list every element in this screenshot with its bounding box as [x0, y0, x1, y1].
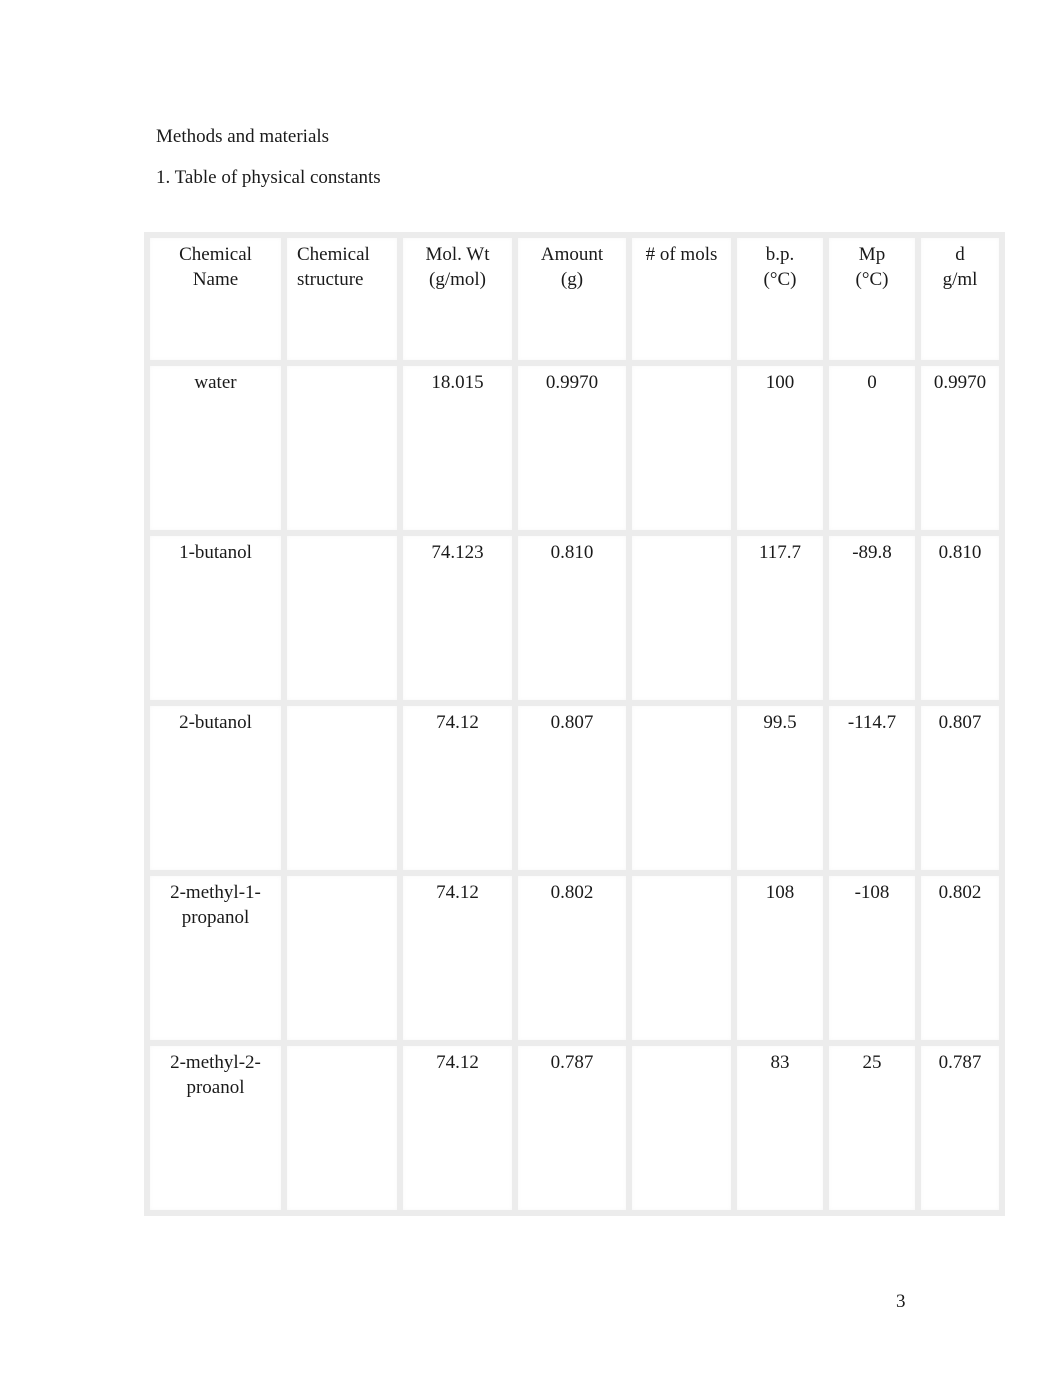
header-text: (°C) [763, 269, 797, 290]
cell-mol-wt: 74.12 [397, 1040, 518, 1216]
cell-bp: 83 [731, 1040, 829, 1216]
header-text: Mol. Wt [425, 244, 490, 265]
cell-chemical-structure [281, 360, 403, 536]
cell-mp: -114.7 [823, 700, 921, 876]
header-density: d g/ml [915, 232, 1005, 366]
chemical-name-text: propanol [181, 907, 250, 928]
cell-density: 0.810 [915, 530, 1005, 706]
header-text: structure [297, 269, 364, 290]
cell-density: 0.787 [915, 1040, 1005, 1216]
header-text: g/ml [942, 269, 978, 290]
header-text: # of mols [645, 244, 718, 265]
physical-constants-table: Chemical Name Chemical structure Mol. Wt (g… [144, 232, 1005, 1216]
cell-chemical-structure [281, 700, 403, 876]
cell-chemical-name: 2-butanol [144, 700, 287, 876]
chemical-name-text: 2-methyl-1- [170, 882, 261, 903]
cell-chemical-name: 2-methyl-2- proanol [144, 1040, 287, 1216]
chemical-name-text: water [194, 372, 237, 393]
cell-amount: 0.802 [512, 870, 632, 1046]
cell-chemical-name: 2-methyl-1- propanol [144, 870, 287, 1046]
cell-chemical-structure [281, 1040, 403, 1216]
cell-chemical-name: 1-butanol [144, 530, 287, 706]
table-row: 2-methyl-1- propanol 74.12 0.802 108 -108 0.80… [144, 870, 1005, 1046]
chemical-name-text: 2-methyl-2- [170, 1052, 261, 1073]
cell-mol-wt: 74.12 [397, 700, 518, 876]
cell-density: 0.807 [915, 700, 1005, 876]
header-text: Name [192, 269, 239, 290]
table-row: 2-methyl-2- proanol 74.12 0.787 83 25 0.787 [144, 1040, 1005, 1216]
cell-density: 0.802 [915, 870, 1005, 1046]
header-text: (g) [560, 269, 584, 290]
table-row: water 18.015 0.9970 100 0 0.9970 [144, 360, 1005, 536]
header-text: Chemical [297, 244, 370, 265]
header-text: Mp [858, 244, 886, 265]
chemical-name-text: 2-butanol [179, 712, 252, 733]
cell-chemical-structure [281, 530, 403, 706]
cell-bp: 108 [731, 870, 829, 1046]
header-mol-wt: Mol. Wt (g/mol) [397, 232, 518, 366]
cell-mp: -89.8 [823, 530, 921, 706]
cell-bp: 100 [731, 360, 829, 536]
cell-amount: 0.787 [512, 1040, 632, 1216]
header-amount: Amount (g) [512, 232, 632, 366]
cell-chemical-name: water [144, 360, 287, 536]
table-caption: 1. Table of physical constants [156, 167, 381, 188]
cell-mols [626, 360, 737, 536]
header-bp: b.p. (°C) [731, 232, 829, 366]
header-text: d [955, 244, 965, 265]
cell-mol-wt: 74.12 [397, 870, 518, 1046]
cell-mp: 0 [823, 360, 921, 536]
header-chemical-name: Chemical Name [144, 232, 287, 366]
section-heading: Methods and materials [156, 126, 330, 147]
header-text: Chemical [179, 244, 252, 265]
cell-mols [626, 530, 737, 706]
header-text: (°C) [855, 269, 889, 290]
header-text: Amount [540, 244, 604, 265]
header-text: b.p. [765, 244, 795, 265]
chemical-name-text: proanol [186, 1077, 245, 1098]
cell-mols [626, 1040, 737, 1216]
cell-mp: 25 [823, 1040, 921, 1216]
cell-mols [626, 870, 737, 1046]
cell-mol-wt: 18.015 [397, 360, 518, 536]
table-header-row: Chemical Name Chemical structure Mol. Wt (g… [144, 232, 1005, 366]
table-row: 1-butanol 74.123 0.810 117.7 -89.8 0.810 [144, 530, 1005, 706]
cell-density: 0.9970 [915, 360, 1005, 536]
cell-mol-wt: 74.123 [397, 530, 518, 706]
cell-bp: 99.5 [731, 700, 829, 876]
header-text: (g/mol) [429, 269, 486, 290]
header-chemical-structure: Chemical structure [281, 232, 403, 366]
cell-bp: 117.7 [731, 530, 829, 706]
cell-mols [626, 700, 737, 876]
cell-amount: 0.810 [512, 530, 632, 706]
table-row: 2-butanol 74.12 0.807 99.5 -114.7 0.807 [144, 700, 1005, 876]
cell-amount: 0.9970 [512, 360, 632, 536]
cell-chemical-structure [281, 870, 403, 1046]
header-mp: Mp (°C) [823, 232, 921, 366]
header-mols: # of mols [626, 232, 737, 366]
cell-mp: -108 [823, 870, 921, 1046]
cell-amount: 0.807 [512, 700, 632, 876]
chemical-name-text: 1-butanol [179, 542, 252, 563]
page-number: 3 [896, 1291, 906, 1312]
